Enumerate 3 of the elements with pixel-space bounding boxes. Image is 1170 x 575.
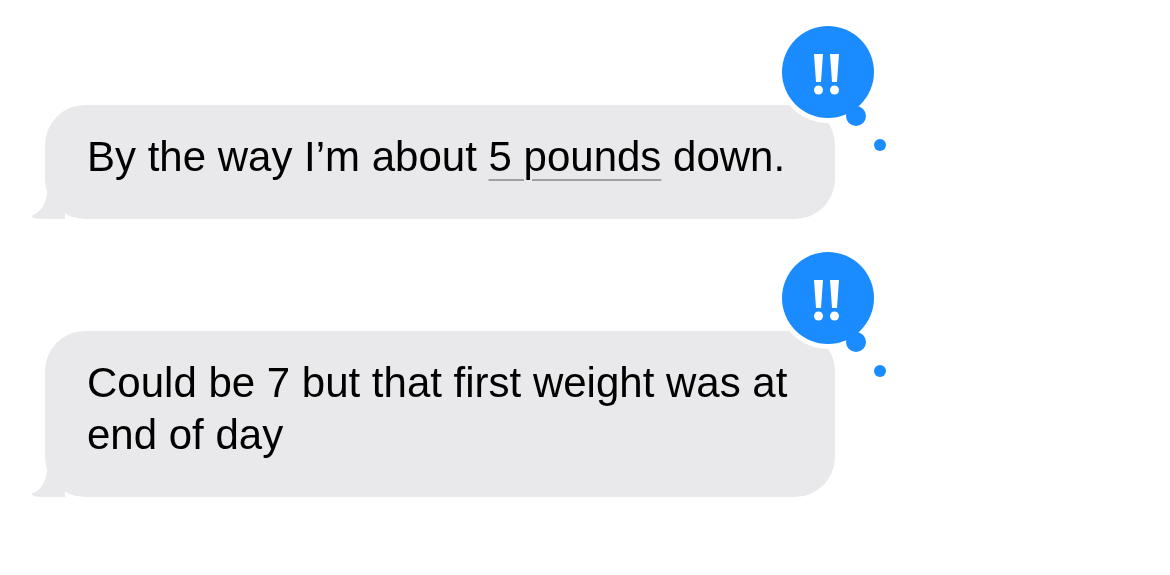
message-text: Could be 7 but that first weight was at end of day: [87, 358, 789, 460]
data-link[interactable]: 5 pounds: [488, 133, 662, 180]
message-text: By the way I’m about 5 pounds down.: [87, 132, 787, 182]
